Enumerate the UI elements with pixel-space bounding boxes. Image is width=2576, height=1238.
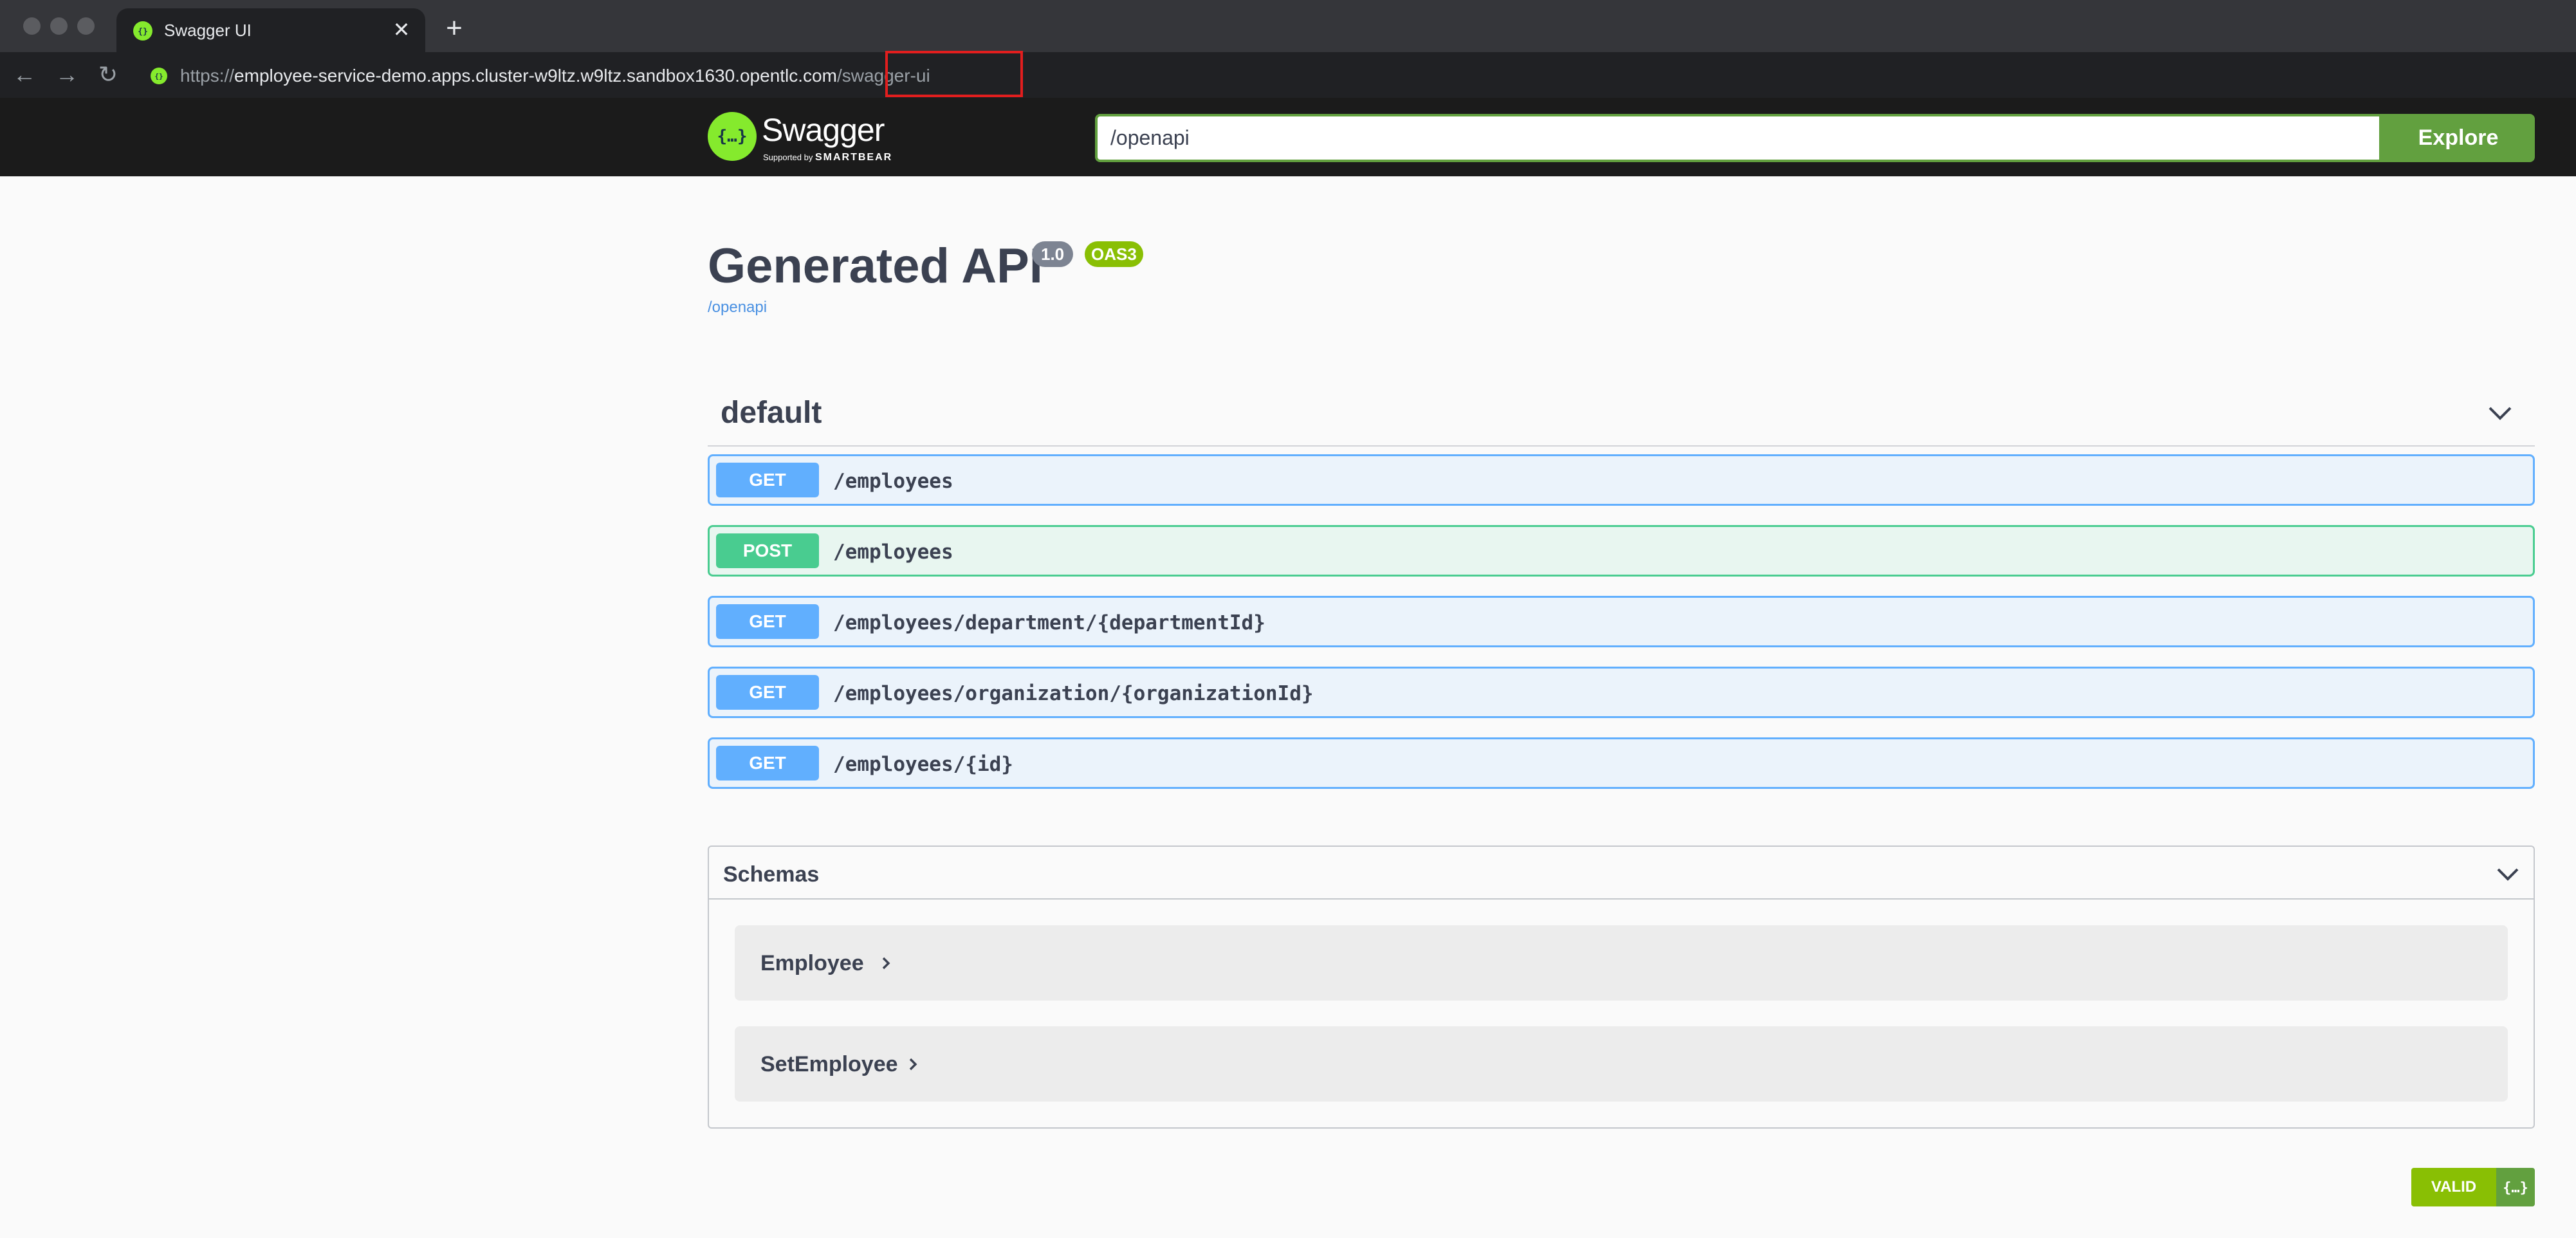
method-badge: GET: [716, 604, 819, 639]
spec-url-input[interactable]: [1095, 114, 2382, 162]
operation-post-employees[interactable]: POST /employees: [708, 525, 2535, 577]
schema-model-employee[interactable]: Employee: [735, 925, 2508, 1001]
operation-get-employees-by-department[interactable]: GET /employees/department/{departmentId}: [708, 596, 2535, 647]
browser-tab[interactable]: {} Swagger UI ✕: [116, 8, 425, 52]
swagger-logo-icon[interactable]: {…}: [708, 112, 757, 161]
site-favicon-icon: {}: [151, 68, 167, 84]
operation-get-employees[interactable]: GET /employees: [708, 454, 2535, 506]
operation-path: /employees/organization/{organizationId}: [833, 682, 1314, 705]
new-tab-button[interactable]: +: [441, 14, 467, 42]
swagger-favicon-icon: {}: [133, 21, 152, 41]
spec-link[interactable]: /openapi: [708, 299, 767, 317]
validator-badge[interactable]: VALID {…}: [2411, 1168, 2535, 1206]
chevron-down-icon: [2497, 868, 2519, 881]
back-icon[interactable]: ←: [10, 60, 39, 89]
method-badge: GET: [716, 746, 819, 781]
chevron-right-icon: [909, 1058, 917, 1071]
method-badge: POST: [716, 533, 819, 568]
svg-text:{}: {}: [138, 27, 148, 37]
swagger-validator-icon: {…}: [2496, 1168, 2535, 1206]
tab-title: Swagger UI: [164, 21, 252, 40]
swagger-brand: Swagger: [762, 112, 885, 148]
oas-badge: OAS3: [1085, 241, 1143, 267]
operation-get-employees-by-organization[interactable]: GET /employees/organization/{organizatio…: [708, 667, 2535, 718]
method-badge: GET: [716, 675, 819, 710]
schemas-section: Schemas Employee SetEmployee: [708, 845, 2535, 1129]
swagger-tagline: Supported by SMARTBEAR: [763, 152, 893, 163]
window-maximize-button[interactable]: [77, 17, 95, 35]
window-close-button[interactable]: [23, 17, 41, 35]
schema-model-setemployee[interactable]: SetEmployee: [735, 1026, 2508, 1102]
operation-get-employee-by-id[interactable]: GET /employees/{id}: [708, 737, 2535, 789]
address-bar[interactable]: {} https://employee-service-demo.apps.cl…: [136, 57, 2576, 93]
chevron-right-icon: [882, 957, 890, 970]
swagger-topbar: {…} Swagger Supported by SMARTBEAR Explo…: [0, 98, 2576, 176]
tag-header-default[interactable]: default: [708, 386, 2535, 447]
api-title: Generated API: [708, 239, 1043, 293]
explore-button[interactable]: Explore: [2382, 114, 2535, 162]
model-name: SetEmployee: [760, 1052, 898, 1076]
operation-path: /employees/department/{departmentId}: [833, 611, 1265, 634]
version-badge: 1.0: [1032, 241, 1074, 267]
operation-path: /employees/{id}: [833, 753, 1013, 776]
validator-label: VALID: [2411, 1168, 2496, 1206]
svg-text:{}: {}: [154, 72, 163, 80]
tag-name: default: [721, 396, 822, 430]
reload-icon[interactable]: ↻: [94, 60, 122, 89]
schemas-title: Schemas: [723, 862, 820, 887]
browser-toolbar: ← → ↻ {} https://employee-service-demo.a…: [0, 52, 2576, 98]
svg-text:{…}: {…}: [717, 127, 748, 146]
url-text: https://employee-service-demo.apps.clust…: [180, 66, 930, 86]
operation-path: /employees: [833, 470, 953, 493]
window-minimize-button[interactable]: [50, 17, 68, 35]
browser-tab-bar: {} Swagger UI ✕ +: [0, 0, 2576, 52]
svg-text:{…}: {…}: [2503, 1180, 2528, 1196]
method-badge: GET: [716, 463, 819, 497]
chevron-down-icon: [2489, 407, 2512, 420]
url-path-highlight: [885, 51, 1023, 97]
schemas-header[interactable]: Schemas: [709, 847, 2534, 900]
operation-path: /employees: [833, 540, 953, 564]
forward-icon[interactable]: →: [53, 60, 81, 89]
model-name: Employee: [760, 951, 864, 975]
tab-close-icon[interactable]: ✕: [391, 19, 412, 41]
